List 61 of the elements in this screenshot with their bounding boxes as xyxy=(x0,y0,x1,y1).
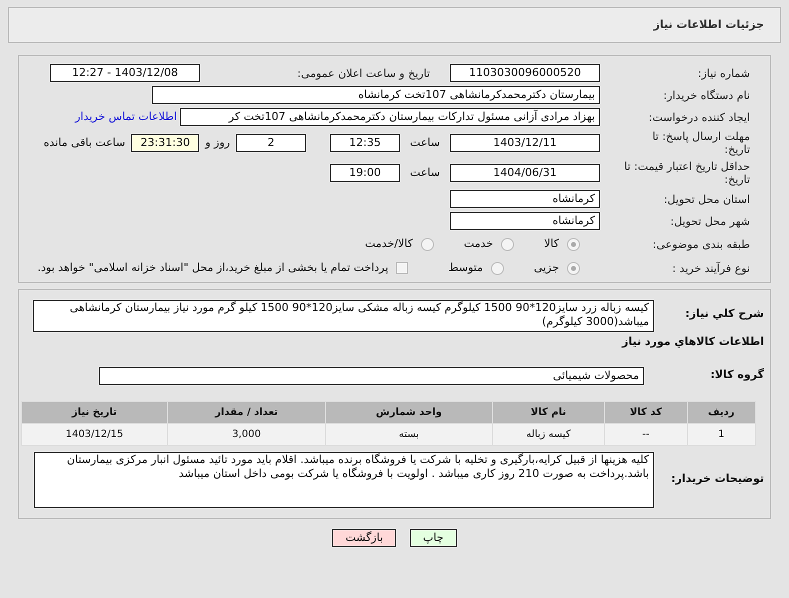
back-button[interactable]: بازگشت xyxy=(332,528,396,546)
radio-label: متوسط xyxy=(448,260,483,276)
radio-button[interactable] xyxy=(567,262,580,274)
radio-button[interactable] xyxy=(501,238,514,250)
column-header: کد کالا xyxy=(604,401,687,423)
time-label: ساعت xyxy=(409,164,441,181)
column-header: تعداد / مقدار xyxy=(167,401,326,423)
column-header: تاریخ نیاز xyxy=(22,401,168,423)
time-label: ساعت xyxy=(409,134,441,151)
table-cell: کیسه زباله xyxy=(492,423,605,445)
field-label: طبقه بندی موضوعی: xyxy=(652,238,750,250)
checkbox[interactable] xyxy=(396,262,408,274)
payment-note: پرداخت تمام یا بخشی از مبلغ خرید،از محل "اسناد خزانه اسلامی" خواهد بود. xyxy=(38,260,390,276)
field-label: ایجاد کننده درخواست: xyxy=(648,110,750,124)
radio-button[interactable] xyxy=(420,238,434,250)
countdown-field: 23:31:30 xyxy=(131,134,200,152)
days-label: روز و xyxy=(204,134,231,151)
value-field: کرمانشاه xyxy=(450,212,600,230)
radio-label: جزیی xyxy=(534,260,559,276)
value-field: 19:00 xyxy=(330,164,400,182)
value-field: بهزاد مرادی آزانی مسئول تدارکات بیمارستان دکترمحمدکرمانشاهی 107تخت کر xyxy=(180,108,600,126)
description-field: کیسه زباله زرد سایز120*90 1500 کیلوگرم کیسه زباله مشکی سایز120*90 1500 کیلو گرم مورد نیاز بیمارستان کرمانشاهی میباشد(3000 کیلوگرم) xyxy=(33,300,654,332)
column-header: ردیف xyxy=(687,401,756,423)
table-cell: بسته xyxy=(326,423,492,445)
radio-label: کالا/خدمت xyxy=(365,236,413,252)
radio-label: خدمت xyxy=(464,236,494,252)
value-field: 1404/06/31 xyxy=(450,164,600,182)
value-field: 1403/12/11 xyxy=(450,134,600,152)
value-field: کرمانشاه xyxy=(450,190,600,208)
print-button[interactable]: چاپ xyxy=(410,528,457,546)
table-cell: 1 xyxy=(687,423,756,445)
value-field: محصولات شیمیائی xyxy=(99,366,644,384)
field-label: نوع فرآیند خرید : xyxy=(671,262,750,274)
value-field: 12:35 xyxy=(330,134,400,152)
page-title: جزئیات اطلاعات نیاز xyxy=(654,16,764,33)
radio-button[interactable] xyxy=(490,262,504,274)
table-cell: 3,000 xyxy=(167,423,326,445)
value-field: 1103030096000520 xyxy=(450,64,600,82)
table-cell: -- xyxy=(604,423,687,445)
field-label: شماره نیاز: xyxy=(696,66,750,80)
value-field: 1403/12/08 - 12:27 xyxy=(50,64,200,82)
column-header: نام کالا xyxy=(492,401,605,423)
radio-label: کالا xyxy=(544,236,559,252)
table-cell: 1403/12/15 xyxy=(22,423,168,445)
field-label: استان محل تحویل: xyxy=(662,192,750,206)
field-label: توضیحات خریدار: xyxy=(670,471,764,488)
field-label: نام دستگاه خریدار: xyxy=(662,88,750,102)
radio-button[interactable] xyxy=(567,238,580,250)
section-title: اطلاعات کالاهاي مورد نياز xyxy=(620,334,764,350)
notes-field: کلیه هزینها از قبیل کرایه،بارگیری و تخلیه با شرکت یا فروشگاه برنده میباشد. اقلام باید مورد تائید مسئول انبار مرکزی بیمارستان باشد.پرداخت به صورت 210 روز کاری میباشد . اولویت با فروشگاه یا شرکت بومی داخل استان میباشد xyxy=(34,452,654,508)
value-field: بیمارستان دکترمحمدکرمانشاهی 107تخت کرمانشاه xyxy=(152,86,600,104)
contact-link[interactable]: اطلاعات تماس خریدار xyxy=(75,108,177,126)
field-label: شرح کلي نياز: xyxy=(684,306,764,322)
field-label: مهلت ارسال پاسخ: تا تاریخ: xyxy=(651,130,750,156)
field-label: تاریخ و ساعت اعلان عمومی: xyxy=(296,66,430,80)
remaining-label: ساعت باقی مانده xyxy=(44,134,126,151)
column-header: واحد شمارش xyxy=(326,401,492,423)
value-field: 2 xyxy=(236,134,306,152)
field-label: گروه کالا: xyxy=(709,367,764,384)
field-label: شهر محل تحویل: xyxy=(669,214,750,228)
field-label: حداقل تاریخ اعتبار قیمت: تا تاریخ: xyxy=(623,160,750,186)
